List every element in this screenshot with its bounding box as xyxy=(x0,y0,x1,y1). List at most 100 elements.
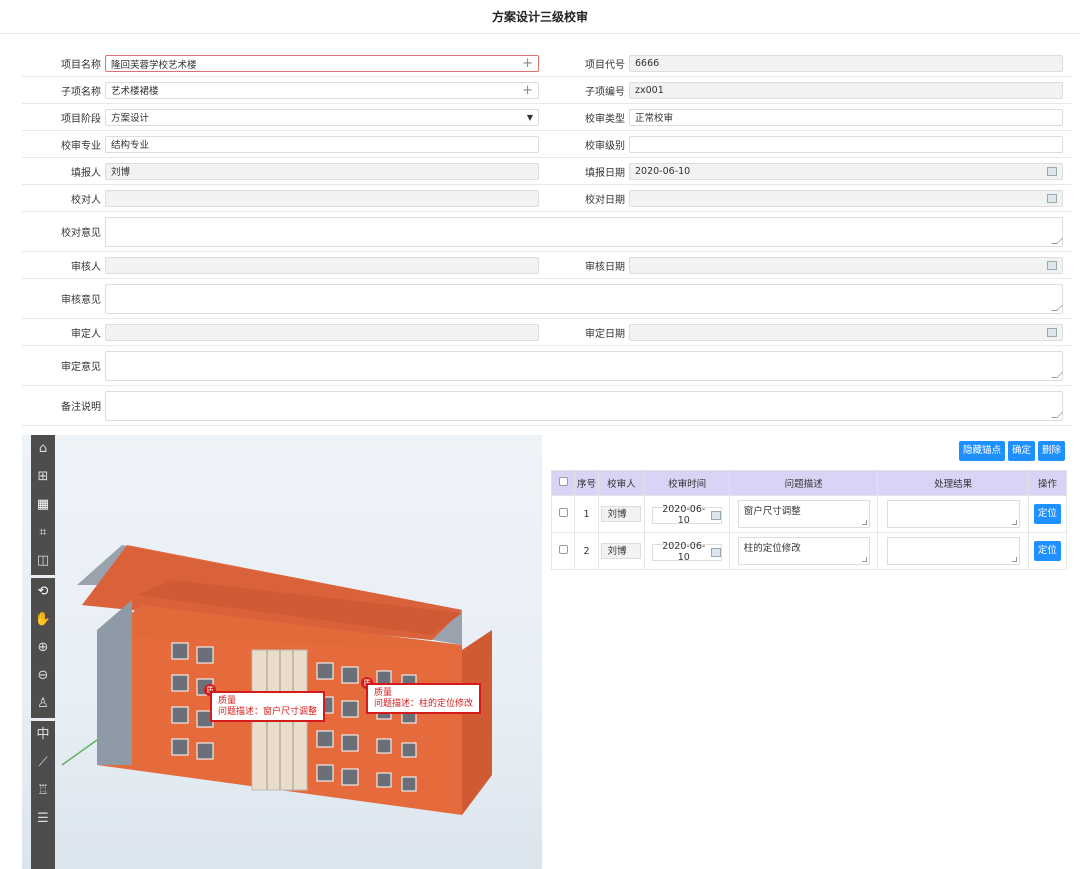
form-row: 校对人 校对日期 xyxy=(22,185,1071,212)
reporter-value: 刘博 xyxy=(111,167,131,178)
level-label: 校审级别 xyxy=(585,140,625,152)
report-date-field[interactable]: 2020-06-10 xyxy=(629,162,1063,180)
project-code-value: 6666 xyxy=(635,58,660,69)
auditor-field[interactable] xyxy=(105,256,539,274)
check-opinion-textarea[interactable] xyxy=(105,216,1063,247)
viewer-toolbar: ⌂ ⊞ ▦ ⌗ ◫ ⟲ ✋ ⊕ ⊖ ♙ 中 ⟋ ♖ ☰ xyxy=(31,435,55,869)
approve-opinion-textarea[interactable] xyxy=(105,350,1063,381)
result-cell xyxy=(877,532,1029,570)
building-model[interactable] xyxy=(22,435,542,869)
form-cell: 填报人 刘博 xyxy=(22,158,546,184)
home-icon[interactable]: ⌂ xyxy=(31,435,55,463)
issue-description-textarea[interactable]: 柱的定位修改 xyxy=(737,537,870,565)
review-type-value: 正常校审 xyxy=(635,113,674,124)
remark-textarea[interactable] xyxy=(105,390,1063,421)
column-header: 校审人 xyxy=(597,470,646,496)
date-cell: 2020-06-10 xyxy=(644,532,731,570)
approve-date-label: 审定日期 xyxy=(585,328,625,340)
audit-date-field[interactable] xyxy=(629,256,1063,274)
measure-ruler-icon[interactable]: ⟋ xyxy=(31,749,55,777)
properties-list-icon[interactable]: ☰ xyxy=(31,805,55,833)
project-code-field[interactable]: 6666 xyxy=(629,55,1063,72)
review-date-field[interactable]: 2020-06-10 xyxy=(652,541,723,563)
form-row: 审定意见 xyxy=(22,346,1071,386)
form-cell: 项目阶段 方案设计 ▼ xyxy=(22,104,546,130)
issue-marker[interactable]: 质量 问题描述：窗户尺寸调整 xyxy=(210,691,326,722)
date-cell: 2020-06-10 xyxy=(644,495,731,533)
select-all-checkbox[interactable] xyxy=(558,477,568,486)
form-cell: 校对日期 xyxy=(546,185,1070,211)
form-cell: 校审专业 结构专业 xyxy=(22,131,546,157)
orbit-icon[interactable]: ⟲ xyxy=(31,578,55,606)
perspective-icon[interactable]: ⊞ xyxy=(31,463,55,491)
calendar-icon[interactable] xyxy=(1047,191,1057,203)
calendar-icon[interactable] xyxy=(1047,164,1057,176)
issues-table: 序号 校审人 校审时间 问题描述 处理结果 操作 1 刘博 2020-06-10… xyxy=(550,470,1068,570)
section-box-icon[interactable]: ◫ xyxy=(31,547,55,575)
review-date-field[interactable]: 2020-06-10 xyxy=(652,504,723,526)
issue-cell: 柱的定位修改 xyxy=(729,532,879,570)
form-cell: 子项编号 zx001 xyxy=(546,77,1070,103)
project-name-field[interactable]: 隆回芙蓉学校艺术楼 + xyxy=(105,55,539,72)
review-type-field[interactable]: 正常校审 xyxy=(629,108,1063,126)
issue-description-textarea[interactable]: 窗户尺寸调整 xyxy=(737,500,870,528)
check-opinion-label: 校对意见 xyxy=(61,228,101,239)
checker-field[interactable] xyxy=(105,189,539,207)
major-field[interactable]: 结构专业 xyxy=(105,135,539,153)
calendar-icon[interactable] xyxy=(711,547,722,557)
stage-select[interactable]: 方案设计 ▼ xyxy=(105,108,539,126)
check-date-field[interactable] xyxy=(629,189,1063,207)
check-date-label: 校对日期 xyxy=(585,194,625,206)
column-header: 处理结果 xyxy=(877,470,1029,496)
delete-button[interactable]: 删除 xyxy=(1037,441,1065,461)
confirm-button[interactable]: 确定 xyxy=(1007,441,1035,461)
calendar-icon[interactable] xyxy=(1047,258,1057,270)
action-cell: 定位 xyxy=(1027,532,1068,570)
issue-marker[interactable]: 质量 问题描述：柱的定位修改 xyxy=(366,683,482,714)
approver-field[interactable] xyxy=(105,323,539,341)
approve-date-field[interactable] xyxy=(629,323,1063,341)
page-title: 方案设计三级校审 xyxy=(0,0,1080,34)
locate-button[interactable]: 定位 xyxy=(1033,504,1061,524)
bim-model-viewer[interactable]: ⌂ ⊞ ▦ ⌗ ◫ ⟲ ✋ ⊕ ⊖ ♙ 中 ⟋ ♖ ☰ 质 质量 问题描述：窗户… xyxy=(22,435,542,869)
pan-hand-icon[interactable]: ✋ xyxy=(31,606,55,634)
calendar-icon[interactable] xyxy=(711,510,722,520)
calendar-icon[interactable] xyxy=(1047,325,1057,337)
row-checkbox[interactable] xyxy=(558,545,568,554)
locate-button[interactable]: 定位 xyxy=(1033,541,1061,561)
result-textarea[interactable] xyxy=(886,537,1020,565)
form-row: 项目名称 隆回芙蓉学校艺术楼 + 项目代号 6666 xyxy=(22,51,1071,77)
level-field[interactable] xyxy=(629,135,1063,153)
row-select-cell xyxy=(550,495,576,533)
result-textarea[interactable] xyxy=(886,500,1020,528)
reviewer-field[interactable]: 刘博 xyxy=(601,506,642,522)
project-name-label: 项目名称 xyxy=(61,60,101,71)
reporter-field[interactable]: 刘博 xyxy=(105,162,539,180)
reviewer-field[interactable]: 刘博 xyxy=(601,543,642,559)
zoom-in-icon[interactable]: ⊕ xyxy=(31,634,55,662)
action-cell: 定位 xyxy=(1027,495,1068,533)
form-cell: 审定人 xyxy=(22,319,546,345)
audit-opinion-textarea[interactable] xyxy=(105,283,1063,314)
report-date-label: 填报日期 xyxy=(585,167,625,179)
hide-anchors-button[interactable]: 隐藏锚点 xyxy=(958,441,1005,461)
structure-tree-icon[interactable]: ♖ xyxy=(31,777,55,805)
center-icon[interactable]: 中 xyxy=(31,721,55,749)
fit-icon[interactable]: ⌗ xyxy=(31,519,55,547)
plus-icon[interactable]: + xyxy=(522,56,533,71)
grid-view-icon[interactable]: ▦ xyxy=(31,491,55,519)
form-cell: 审核日期 xyxy=(546,252,1070,278)
walk-person-icon[interactable]: ♙ xyxy=(31,690,55,718)
major-value: 结构专业 xyxy=(111,140,150,151)
form-cell: 项目名称 隆回芙蓉学校艺术楼 + xyxy=(22,51,546,76)
form-cell: 项目代号 6666 xyxy=(546,51,1070,76)
zoom-out-icon[interactable]: ⊖ xyxy=(31,662,55,690)
approver-label: 审定人 xyxy=(71,328,101,340)
form-cell: 校审类型 正常校审 xyxy=(546,104,1070,130)
table-header-row: 序号 校审人 校审时间 问题描述 处理结果 操作 xyxy=(550,470,1068,496)
sub-name-field[interactable]: 艺术楼裙楼 + xyxy=(105,81,539,99)
sub-code-field[interactable]: zx001 xyxy=(629,81,1063,99)
row-checkbox[interactable] xyxy=(558,508,568,517)
review-type-label: 校审类型 xyxy=(585,113,625,125)
plus-icon[interactable]: + xyxy=(522,83,533,98)
